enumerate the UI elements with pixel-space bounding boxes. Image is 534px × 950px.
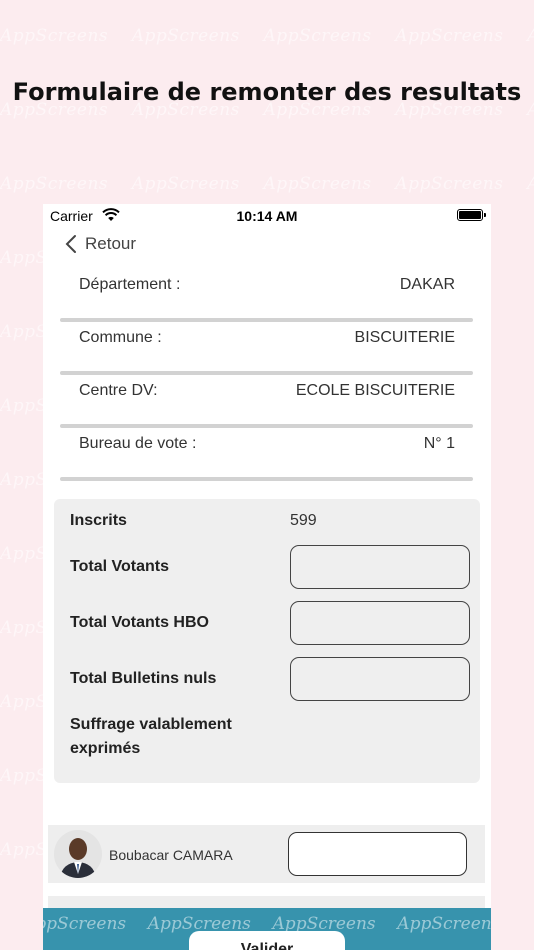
info-row-departement: Département : DAKAR [60, 270, 473, 322]
info-row-centre: Centre DV: ECOLE BISCUITERIE [60, 376, 473, 428]
results-card: Inscrits 599 Total Votants Total Votants… [54, 499, 480, 783]
status-time: 10:14 AM [236, 208, 298, 224]
watermark-text: AppScreens [527, 26, 534, 46]
watermark-row: AppScreens AppScreens AppScreens AppScre… [0, 26, 534, 46]
departement-value: DAKAR [399, 276, 455, 293]
candidate-name: Boubacar CAMARA [109, 847, 233, 863]
watermark-text: AppScreens [263, 26, 372, 46]
total-votants-hbo-label: Total Votants HBO [70, 614, 209, 631]
status-bar: Carrier 10:14 AM [43, 204, 491, 228]
inscrits-value: 599 [290, 512, 317, 529]
watermark-text: AppScreens [131, 174, 240, 194]
watermark-text: AppScreens [395, 174, 504, 194]
centre-value: ECOLE BISCUITERIE [295, 382, 455, 399]
total-votants-hbo-input[interactable] [290, 601, 470, 645]
candidate-votes-input[interactable] [288, 832, 467, 876]
candidate-avatar [54, 830, 102, 878]
info-row-commune: Commune : BISCUITERIE [60, 323, 473, 375]
divider [60, 371, 473, 375]
battery-icon [457, 209, 486, 221]
commune-label: Commune : [79, 329, 162, 346]
divider [60, 318, 473, 322]
watermark-text: AppScreens [0, 26, 109, 46]
watermark-text: AppScreens [0, 174, 109, 194]
total-bulletins-nuls-label: Total Bulletins nuls [70, 670, 217, 687]
divider [60, 424, 473, 428]
back-label: Retour [85, 234, 137, 253]
total-votants-label: Total Votants [70, 558, 169, 575]
page-headline: Formulaire de remonter des resultats [12, 78, 522, 106]
departement-label: Département : [79, 276, 181, 293]
watermark-text: AppScreens [395, 26, 504, 46]
total-votants-input[interactable] [290, 545, 470, 589]
watermark-text: AppScreens [263, 174, 372, 194]
chevron-left-icon [65, 235, 76, 253]
commune-value: BISCUITERIE [354, 329, 455, 346]
watermark-row: AppScreens AppScreens AppScreens AppScre… [0, 174, 534, 194]
bureau-value: N° 1 [423, 435, 455, 452]
suffrage-label-line1: Suffrage valablement [70, 716, 232, 733]
suffrage-label-line2: exprimés [70, 740, 141, 757]
total-bulletins-nuls-input[interactable] [290, 657, 470, 701]
watermark-text: AppScreens [43, 914, 127, 934]
candidate-row: Boubacar CAMARA [48, 825, 485, 883]
inscrits-label: Inscrits [70, 512, 127, 529]
bureau-label: Bureau de vote : [79, 435, 197, 452]
person-icon [54, 830, 102, 878]
back-button[interactable]: Retour [65, 232, 136, 256]
validate-button[interactable]: Valider [189, 931, 345, 950]
watermark-text: AppScreens [131, 26, 240, 46]
watermark-text: AppScreens [527, 174, 534, 194]
divider [60, 477, 473, 481]
info-row-bureau: Bureau de vote : N° 1 [60, 429, 473, 481]
centre-label: Centre DV: [79, 382, 158, 399]
phone-screen: Carrier 10:14 AM Retour Département : DA… [43, 204, 491, 950]
watermark-text: AppScreens [397, 914, 491, 934]
